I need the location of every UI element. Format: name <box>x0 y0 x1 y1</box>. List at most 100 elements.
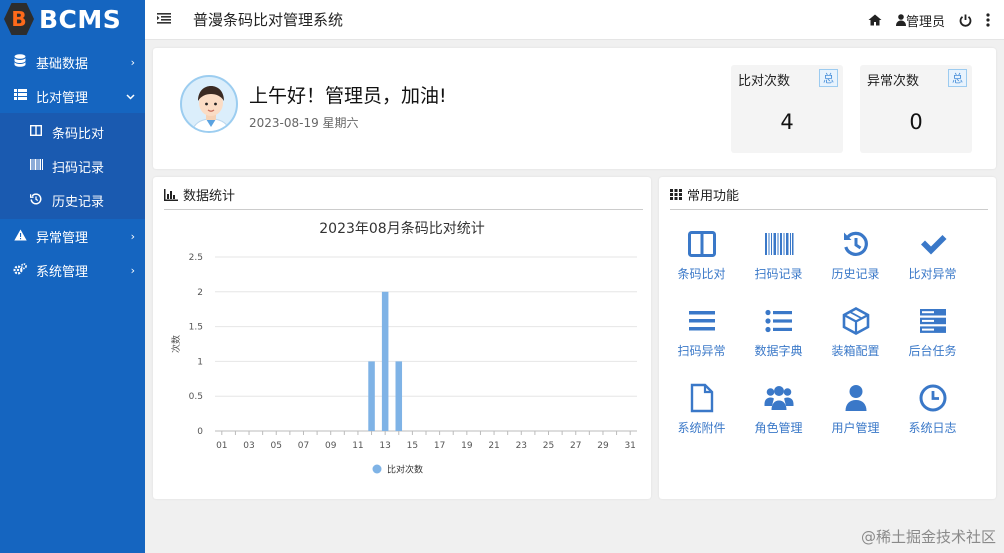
panel-title-text: 数据统计 <box>183 189 236 204</box>
chart-x-tick-label: 13 <box>379 441 390 451</box>
chart-x-tick-label: 11 <box>352 441 363 451</box>
chart-x-tick-label: 01 <box>216 441 227 451</box>
user-icon <box>845 385 866 411</box>
cogs-icon <box>12 262 28 278</box>
func-data-dictionary[interactable]: 数据字典 <box>740 302 817 379</box>
sidebar: B BCMS 基础数据 › 比对管理 条码比对 扫码记录 历史记录 异常管理 ›… <box>0 0 145 553</box>
chevron-right-icon: › <box>130 55 135 69</box>
func-label: 系统附件 <box>677 421 726 435</box>
func-packing-config[interactable]: 装箱配置 <box>817 302 894 379</box>
stat-total-badge: 总 <box>819 69 838 87</box>
logo-text: BCMS <box>39 4 122 34</box>
chart-x-tick-label: 17 <box>434 441 445 451</box>
more-vertical-icon[interactable] <box>986 13 990 27</box>
chart-legend-label: 比对次数 <box>387 464 423 476</box>
sidebar-subitem-label: 历史记录 <box>52 194 105 210</box>
compare-stats-chart: 2023年08月条码比对统计 0 0.5 1 1.5 2 2.5 次数 01 03 05 07 09 11… <box>170 220 637 476</box>
home-icon[interactable] <box>868 14 882 26</box>
func-system-log[interactable]: 系统日志 <box>894 379 971 456</box>
topbar-actions: 管理员 <box>868 0 1004 40</box>
func-user-management[interactable]: 用户管理 <box>817 379 894 456</box>
chevron-right-icon: › <box>130 263 135 277</box>
sidebar-item-system-management[interactable]: 系统管理 › <box>0 253 145 287</box>
avatar <box>180 75 238 133</box>
server-icon <box>919 309 946 333</box>
menu-toggle-icon[interactable] <box>157 12 177 28</box>
chart-x-tick-label: 09 <box>325 441 337 451</box>
chart-x-tick-label: 29 <box>597 441 609 451</box>
sidebar-subitem-history[interactable]: 历史记录 <box>0 183 145 217</box>
chart-x-tick-label: 25 <box>543 441 554 451</box>
chart-x-tick-label: 15 <box>407 441 418 451</box>
panel-title-text: 常用功能 <box>687 189 740 204</box>
sidebar-item-compare-management[interactable]: 比对管理 <box>0 79 145 113</box>
func-label: 扫码记录 <box>754 267 803 281</box>
chart-bar <box>381 291 389 431</box>
database-icon <box>12 54 28 70</box>
sidebar-subitem-barcode-compare[interactable]: 条码比对 <box>0 115 145 149</box>
user-menu[interactable]: 管理员 <box>895 11 945 30</box>
func-label: 系统日志 <box>908 421 957 435</box>
stat-label: 比对次数 <box>738 74 791 89</box>
common-functions-panel: 常用功能 条码比对 扫码记录 历史记录 比对异常 扫码异常 数据字典 装箱配置 … <box>659 177 996 499</box>
chart-y-axis-label: 次数 <box>170 335 182 353</box>
greeting-text: 上午好！管理员，加油! <box>249 85 447 107</box>
sidebar-nav: 基础数据 › 比对管理 条码比对 扫码记录 历史记录 异常管理 › 系统管理 › <box>0 45 145 287</box>
func-scan-records[interactable]: 扫码记录 <box>740 225 817 302</box>
chart-x-tick-label: 27 <box>570 441 581 451</box>
panel-title: 数据统计 <box>164 185 235 204</box>
sidebar-item-basic-data[interactable]: 基础数据 › <box>0 45 145 79</box>
current-user-name: 管理员 <box>905 14 945 30</box>
stat-compare-count: 比对次数 总 4 <box>731 65 843 153</box>
func-compare-exception[interactable]: 比对异常 <box>894 225 971 302</box>
chart-bar <box>368 361 375 431</box>
stat-value: 0 <box>909 110 923 134</box>
func-history[interactable]: 历史记录 <box>817 225 894 302</box>
chevron-right-icon: › <box>130 229 135 243</box>
chart-y-tick-label: 2 <box>197 288 203 298</box>
bars-icon <box>688 311 715 331</box>
columns-icon <box>687 231 716 257</box>
func-background-tasks[interactable]: 后台任务 <box>894 302 971 379</box>
sidebar-item-label: 基础数据 <box>36 56 89 72</box>
stat-total-badge: 总 <box>948 69 967 87</box>
user-icon <box>895 14 906 26</box>
users-icon <box>764 386 793 410</box>
sidebar-subitem-label: 条码比对 <box>52 126 105 142</box>
func-barcode-compare[interactable]: 条码比对 <box>663 225 740 302</box>
stat-value: 4 <box>780 110 794 134</box>
logo-badge: B <box>4 3 34 35</box>
system-title: 普漫条码比对管理系统 <box>193 11 344 29</box>
cube-icon <box>842 307 869 335</box>
sidebar-submenu: 条码比对 扫码记录 历史记录 <box>0 113 145 219</box>
func-system-attachments[interactable]: 系统附件 <box>663 379 740 456</box>
sidebar-subitem-scan-records[interactable]: 扫码记录 <box>0 149 145 183</box>
list-ul-icon <box>764 309 792 333</box>
chart-x-tick-label: 23 <box>516 441 527 451</box>
columns-icon <box>28 124 44 139</box>
chevron-down-icon <box>126 90 135 103</box>
logo[interactable]: B BCMS <box>0 0 145 38</box>
sidebar-item-exception-management[interactable]: 异常管理 › <box>0 219 145 253</box>
stat-label: 异常次数 <box>867 74 920 89</box>
logo-badge-letter: B <box>11 7 27 31</box>
chart-y-tick-label: 0 <box>197 427 203 437</box>
history-icon <box>843 231 868 256</box>
chart-x-tick-label: 05 <box>271 441 282 451</box>
func-label: 角色管理 <box>754 421 803 435</box>
welcome-card: 上午好！管理员，加油! 2023-08-19 星期六 比对次数 总 4 异常次数… <box>153 48 996 169</box>
power-icon[interactable] <box>959 14 972 27</box>
func-label: 用户管理 <box>831 421 880 435</box>
func-scan-exception[interactable]: 扫码异常 <box>663 302 740 379</box>
chart-title: 2023年08月条码比对统计 <box>319 220 484 237</box>
chart-x-tick-label: 31 <box>624 441 635 451</box>
panel-title: 常用功能 <box>670 185 739 204</box>
stat-exception-count: 异常次数 总 0 <box>860 65 972 153</box>
grid-icon <box>670 189 682 200</box>
current-date: 2023-08-19 星期六 <box>249 116 359 130</box>
chart-y-tick-label: 2.5 <box>189 253 203 263</box>
func-role-management[interactable]: 角色管理 <box>740 379 817 456</box>
barcode-icon <box>764 233 793 255</box>
func-label: 历史记录 <box>831 267 880 281</box>
watermark: @稀土掘金技术社区 <box>860 528 996 546</box>
